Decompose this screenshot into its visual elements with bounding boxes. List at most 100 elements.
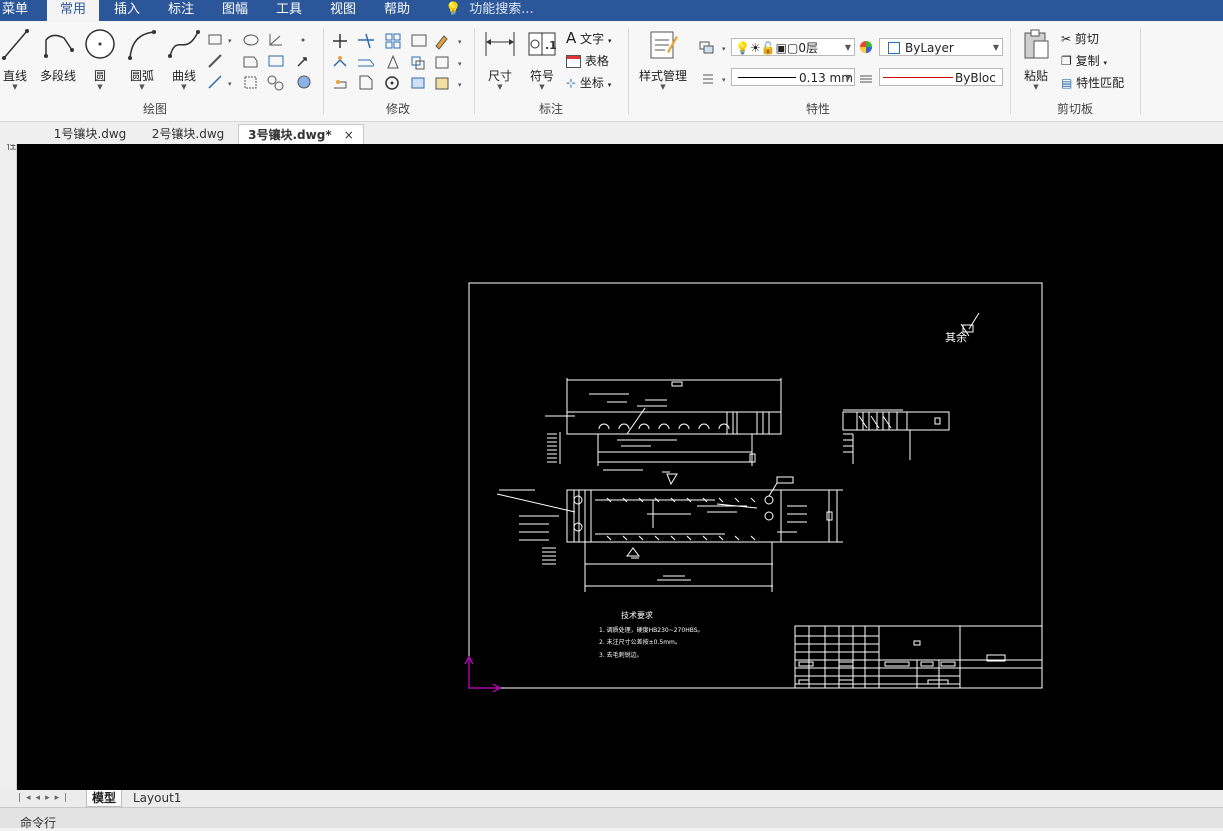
svg-text:▾: ▾ <box>458 60 462 68</box>
tab-layout1[interactable]: Layout1 <box>128 790 186 806</box>
tab-model[interactable]: 模型 <box>86 790 123 807</box>
coordinate-button[interactable]: ⊹ 坐标 ▾ <box>566 74 611 91</box>
match-properties-label: 特性匹配 <box>1076 76 1125 90</box>
circle-icon <box>85 29 115 59</box>
lineweight-select[interactable]: 0.13 mm ▼ <box>731 68 855 86</box>
symbol-label: 符号 <box>529 69 554 83</box>
modify-tools-grid[interactable]: ▾ ▾ ▾ <box>330 30 470 96</box>
cut-label: 剪切 <box>1074 32 1099 46</box>
document-tab-bar: 1号镶块.dwg 2号镶块.dwg 3号镶块.dwg* × <box>0 122 1223 145</box>
ucs-icon <box>464 655 502 693</box>
circle-button[interactable]: 圆 ▼ <box>84 28 116 91</box>
copy-label: 复制 <box>1075 54 1100 68</box>
group-separator <box>323 28 324 114</box>
cad-drawing[interactable]: 其余 技术要求 1. 调质处理，硬度HB230~270HBS。 2. 未注尺寸公… <box>17 144 1223 790</box>
dimension-button[interactable]: 尺寸 ▼ <box>481 28 519 91</box>
curve-label: 曲线 <box>171 69 196 83</box>
layer-tools[interactable]: ▾ ▾ <box>697 37 731 89</box>
menu-item-main[interactable]: 菜单 <box>2 0 28 21</box>
chevron-down-icon: ▼ <box>844 73 851 82</box>
command-line[interactable]: 命令行 <box>0 807 1223 830</box>
table-button[interactable]: 表格 <box>566 52 609 69</box>
menu-item-insert[interactable]: 插入 <box>114 0 140 21</box>
color-select[interactable]: ByLayer ▼ <box>879 38 1003 56</box>
symbol-button[interactable]: .1 符号 ▼ <box>524 28 560 91</box>
draw-tools-grid[interactable]: ▾ ▾ <box>206 30 318 96</box>
group-separator <box>1010 28 1011 114</box>
part-top-view <box>566 411 782 435</box>
layout-tab-bar: |◂◂▸▸| 模型 Layout1 <box>0 790 1223 807</box>
caret-icon: ▾ <box>607 81 612 89</box>
feature-search[interactable]: 💡 功能搜索... <box>445 0 534 21</box>
menu-item-tools[interactable]: 工具 <box>276 0 302 21</box>
group-label-properties: 特性 <box>805 102 830 116</box>
svg-text:▾: ▾ <box>228 80 232 88</box>
doc-tab-label: 1号镶块.dwg <box>53 127 127 141</box>
group-label-clipboard: 剪切板 <box>1056 102 1093 116</box>
doc-tab-label: 2号镶块.dwg <box>151 127 225 141</box>
doc-tab-1[interactable]: 1号镶块.dwg <box>44 124 136 144</box>
text-button[interactable]: A 文字 ▾ <box>566 29 611 47</box>
menu-item-help[interactable]: 帮助 <box>384 0 410 21</box>
copy-button[interactable]: ❐ 复制 ▾ <box>1061 52 1107 69</box>
line-label: 直线 <box>2 69 27 83</box>
menu-item-sheet[interactable]: 图幅 <box>222 0 248 21</box>
bulb-icon: 💡 <box>445 2 462 17</box>
tab-nav-arrows-icon[interactable]: |◂◂▸▸| <box>18 790 72 806</box>
layer-value: 0层 <box>798 41 818 55</box>
svg-text:▾: ▾ <box>458 81 462 89</box>
group-label-annotate: 标注 <box>538 102 563 116</box>
polyline-button[interactable]: 多段线 <box>36 28 80 84</box>
group-separator <box>474 28 475 114</box>
arc-label: 圆弧 <box>129 69 154 83</box>
group-separator <box>1140 28 1141 114</box>
menu-item-home[interactable]: 常用 <box>47 0 99 22</box>
group-separator <box>628 28 629 114</box>
curve-button[interactable]: 曲线 ▼ <box>167 28 201 91</box>
line-button[interactable]: 直线 ▼ <box>0 28 30 91</box>
svg-text:▾: ▾ <box>722 76 726 84</box>
caret-icon: ▼ <box>181 83 187 91</box>
svg-text:▾: ▾ <box>228 37 232 45</box>
curve-icon <box>168 30 200 58</box>
close-icon[interactable]: × <box>344 128 354 142</box>
layer-select[interactable]: 💡☀🔓▣▢0层 ▼ <box>731 38 855 56</box>
paste-button[interactable]: 粘贴 ▼ <box>1017 28 1055 91</box>
caret-icon: ▾ <box>607 37 612 45</box>
caret-icon: ▼ <box>139 83 145 91</box>
scissors-icon: ✂ <box>1061 32 1072 46</box>
caret-icon: ▼ <box>12 83 18 91</box>
menu-item-annotate[interactable]: 标注 <box>168 0 194 21</box>
caret-icon: ▼ <box>660 83 666 91</box>
linetype-select[interactable]: ByBloc <box>879 68 1003 86</box>
lineweight-sample <box>738 77 796 78</box>
caret-icon: ▼ <box>1033 83 1039 91</box>
polyline-icon <box>44 34 74 58</box>
drawing-canvas[interactable]: 其余 技术要求 1. 调质处理，硬度HB230~270HBS。 2. 未注尺寸公… <box>17 144 1223 790</box>
dimension-label: 尺寸 <box>487 69 512 83</box>
chevron-down-icon: ▼ <box>844 43 851 52</box>
table-icon <box>566 55 581 68</box>
roughness-note-text: 其余 <box>945 330 967 344</box>
arc-button[interactable]: 圆弧 ▼ <box>126 28 158 91</box>
color-value: ByLayer <box>905 41 954 55</box>
doc-tab-2[interactable]: 2号镶块.dwg <box>143 124 233 144</box>
color-wheel-tools[interactable] <box>858 38 876 88</box>
table-label: 表格 <box>584 54 609 68</box>
match-properties-button[interactable]: ▤ 特性匹配 <box>1061 74 1124 91</box>
style-manager-label: 样式管理 <box>638 69 687 83</box>
tech-note-3: 3. 去毛刺锐边。 <box>599 651 643 659</box>
cut-button[interactable]: ✂ 剪切 <box>1061 30 1099 47</box>
svg-text:▾: ▾ <box>722 45 726 53</box>
layer-state-icons: 💡☀🔓▣▢ <box>735 41 799 55</box>
properties-panel-strip[interactable]: 属性 <box>0 122 17 794</box>
menu-item-view[interactable]: 视图 <box>330 0 356 21</box>
copy-icon: ❐ <box>1061 54 1072 68</box>
line-icon <box>2 29 29 60</box>
svg-text:▾: ▾ <box>458 38 462 46</box>
linetype-value: ByBloc <box>955 71 996 85</box>
doc-tab-3[interactable]: 3号镶块.dwg* × <box>238 124 364 145</box>
menu-bar: 菜单 常用 插入 标注 图幅 工具 视图 帮助 💡 功能搜索... <box>0 0 1223 22</box>
command-line-label: 命令行 <box>20 816 57 830</box>
style-manager-button[interactable]: 样式管理 ▼ <box>634 28 692 91</box>
